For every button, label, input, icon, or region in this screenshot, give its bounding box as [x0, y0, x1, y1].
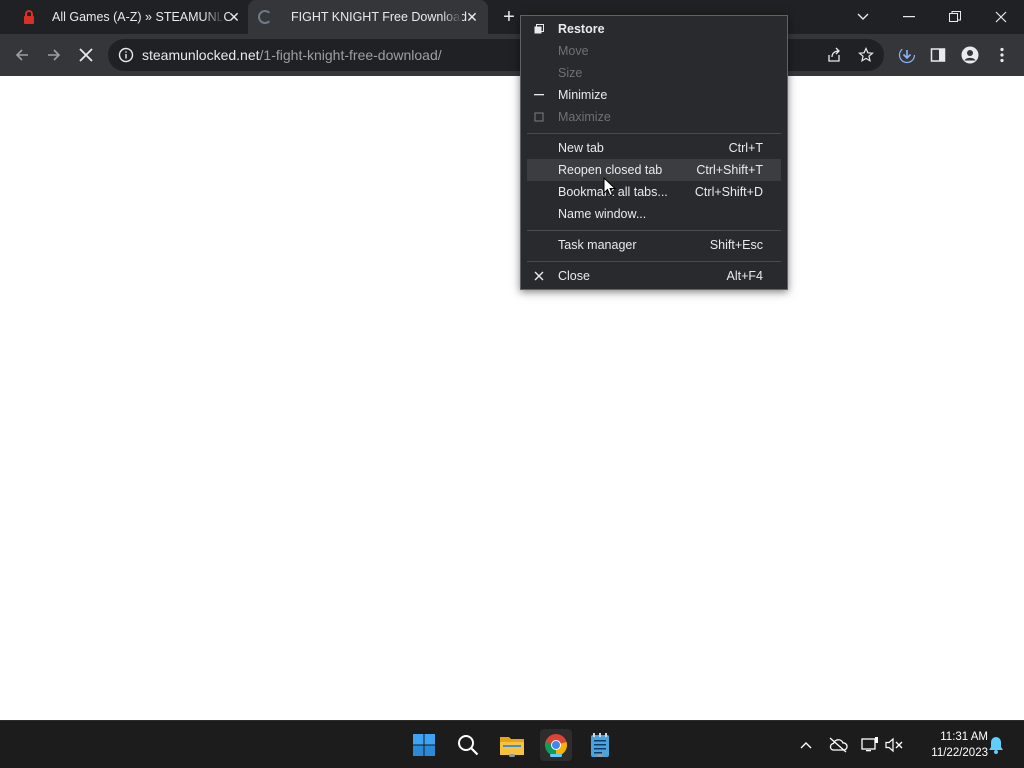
- show-hidden-icons-button[interactable]: [796, 735, 816, 755]
- clock-date: 11/22/2023: [931, 747, 988, 759]
- url-path: /1-fight-knight-free-download/: [259, 47, 442, 63]
- download-icon: [898, 46, 916, 64]
- file-explorer-button[interactable]: [496, 729, 528, 761]
- menu-item-minimize[interactable]: Minimize: [527, 84, 781, 106]
- menu-item-task-manager[interactable]: Task manager Shift+Esc: [527, 234, 781, 256]
- search-icon: [458, 735, 479, 756]
- onedrive-tray-button[interactable]: [828, 735, 848, 755]
- window-minimize-button[interactable]: [886, 0, 932, 34]
- menu-item-restore[interactable]: Restore: [527, 18, 781, 40]
- menu-item-close[interactable]: Close Alt+F4: [527, 265, 781, 287]
- volume-tray-button[interactable]: [885, 735, 905, 755]
- chrome-menu-button[interactable]: [990, 43, 1014, 67]
- page-content: [0, 76, 1024, 720]
- menu-item-maximize: Maximize: [527, 106, 781, 128]
- menu-separator: [527, 133, 781, 134]
- side-panel-icon: [930, 48, 946, 62]
- search-button[interactable]: [452, 729, 484, 761]
- notepad-button[interactable]: [584, 729, 616, 761]
- bookmark-star-button[interactable]: [854, 43, 878, 67]
- tab-close-icon[interactable]: ✕: [226, 9, 242, 25]
- profile-button[interactable]: [958, 43, 982, 67]
- windows-taskbar: 11:31 AM 11/22/2023: [0, 720, 1024, 768]
- clock-time: 11:31 AM: [940, 731, 988, 743]
- close-icon: [531, 268, 547, 284]
- browser-tab-strip: All Games (A-Z) » STEAMUNLOCKED ✕ FIGHT …: [0, 0, 1024, 34]
- more-vert-icon: [1000, 47, 1004, 63]
- lock-favicon-icon: [24, 10, 34, 24]
- window-close-button[interactable]: [978, 0, 1024, 34]
- back-button[interactable]: [10, 43, 34, 67]
- stop-loading-button[interactable]: [74, 43, 98, 67]
- cloud-off-icon: [829, 737, 848, 753]
- browser-toolbar: steamunlocked.net/1-fight-knight-free-do…: [0, 34, 1024, 76]
- info-icon[interactable]: [118, 47, 134, 63]
- menu-item-new-tab[interactable]: New tab Ctrl+T: [527, 137, 781, 159]
- new-tab-button[interactable]: +: [498, 6, 520, 28]
- arrow-right-icon: [48, 49, 61, 61]
- volume-muted-icon: [885, 737, 903, 753]
- share-button[interactable]: [822, 43, 846, 67]
- network-icon: [861, 737, 878, 752]
- restore-icon: [531, 21, 547, 37]
- notifications-button[interactable]: [986, 735, 1006, 755]
- arrow-left-icon: [15, 49, 28, 61]
- chevron-down-icon: [857, 13, 869, 20]
- url-domain: steamunlocked.net: [142, 47, 260, 63]
- window-context-menu: Restore Move Size Minimize Maximize New …: [520, 15, 788, 290]
- person-icon: [961, 46, 979, 64]
- network-tray-button[interactable]: [860, 735, 880, 755]
- chrome-taskbar-button[interactable]: [540, 729, 572, 761]
- tab-all-games[interactable]: All Games (A-Z) » STEAMUNLOCKED ✕: [10, 0, 250, 34]
- menu-item-move: Move: [558, 44, 589, 58]
- tab-search-button[interactable]: [840, 0, 886, 34]
- system-clock[interactable]: 11:31 AM 11/22/2023: [912, 729, 988, 761]
- restore-icon: [949, 11, 961, 22]
- minimize-icon: [531, 87, 547, 103]
- download-button[interactable]: [895, 43, 919, 67]
- folder-icon: [500, 737, 524, 755]
- side-panel-button[interactable]: [926, 43, 950, 67]
- menu-item-name-window[interactable]: Name window...: [527, 203, 781, 225]
- window-restore-button[interactable]: [932, 0, 978, 34]
- stop-icon: [79, 48, 93, 62]
- mouse-cursor-icon: [603, 177, 617, 197]
- close-icon: [995, 11, 1007, 23]
- menu-item-size: Size: [558, 66, 583, 80]
- menu-item-bookmark-all-tabs[interactable]: Bookmark all tabs... Ctrl+Shift+D: [527, 181, 781, 203]
- chevron-up-icon: [800, 742, 812, 749]
- menu-separator: [527, 261, 781, 262]
- windows-logo-icon: [413, 734, 435, 756]
- maximize-icon: [531, 109, 547, 125]
- forward-button[interactable]: [42, 43, 66, 67]
- url-text: steamunlocked.net/1-fight-knight-free-do…: [142, 47, 442, 63]
- star-icon: [858, 47, 874, 63]
- start-button[interactable]: [408, 729, 440, 761]
- tab-close-icon[interactable]: ✕: [464, 9, 480, 25]
- minimize-icon: [903, 16, 915, 18]
- share-icon: [828, 47, 840, 62]
- menu-separator: [527, 230, 781, 231]
- tab-fight-knight[interactable]: FIGHT KNIGHT Free Download (v ✕: [248, 0, 488, 34]
- loading-spinner-icon: [258, 10, 272, 24]
- menu-item-reopen-closed-tab[interactable]: Reopen closed tab Ctrl+Shift+T: [527, 159, 781, 181]
- bell-icon: [989, 737, 1003, 754]
